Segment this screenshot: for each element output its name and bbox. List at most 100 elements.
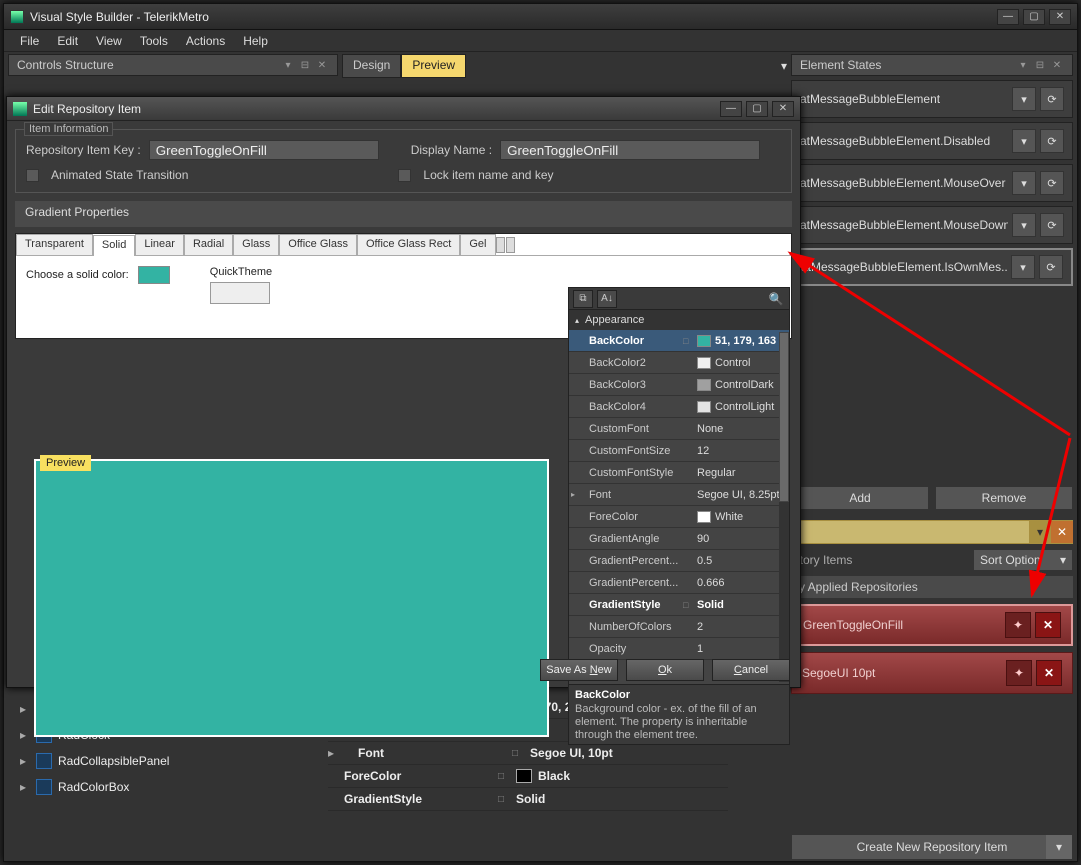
gradient-tab[interactable]: Radial [184, 234, 233, 255]
dialog-maximize-button[interactable]: ▢ [746, 101, 768, 117]
state-row[interactable]: atMessageBubbleElement.IsOwnMes...▾⟳ [791, 248, 1073, 286]
state-refresh-button[interactable]: ⟳ [1040, 171, 1064, 195]
menu-view[interactable]: View [88, 32, 130, 50]
pg-row[interactable]: ForeColorWhite [569, 506, 789, 528]
state-row[interactable]: atMessageBubbleElement.MouseOver▾⟳ [791, 164, 1073, 202]
pg-search[interactable]: 🔍 [621, 292, 785, 306]
gear-icon[interactable]: ✦ [1005, 612, 1031, 638]
pg-row[interactable]: BackColor4ControlLight [569, 396, 789, 418]
tree-item[interactable]: ▸RadColorBox [8, 774, 316, 800]
state-row[interactable]: atMessageBubbleElement▾⟳ [791, 80, 1073, 118]
pg-row[interactable]: NumberOfColors2 [569, 616, 789, 638]
menu-tools[interactable]: Tools [132, 32, 176, 50]
remove-button[interactable]: Remove [935, 486, 1073, 510]
chevron-down-icon[interactable]: ▾ [1016, 58, 1030, 72]
quicktheme-combo[interactable] [210, 282, 270, 304]
close-button[interactable]: ✕ [1049, 9, 1071, 25]
gradient-tab[interactable]: Gel [460, 234, 495, 255]
state-dropdown-button[interactable]: ▾ [1012, 129, 1036, 153]
expand-icon[interactable]: ▸ [20, 728, 30, 742]
gear-icon[interactable]: ✦ [1006, 660, 1032, 686]
pg-row[interactable]: GradientPercent...0.666 [569, 572, 789, 594]
pg-row[interactable]: GradientAngle90 [569, 528, 789, 550]
pg-row[interactable]: CustomFontStyleRegular [569, 462, 789, 484]
state-dropdown-button[interactable]: ▾ [1012, 171, 1036, 195]
repo-search-input[interactable] [791, 521, 1029, 543]
lock-checkbox[interactable] [398, 169, 411, 182]
tab-preview[interactable]: Preview [401, 54, 466, 78]
gradient-tab[interactable]: Transparent [16, 234, 93, 255]
state-dropdown-button[interactable]: ▾ [1012, 87, 1036, 111]
sort-option-select[interactable]: Sort Option▾ [973, 549, 1073, 571]
bg-prop-row[interactable]: ForeColor□Black [328, 765, 728, 788]
chevron-down-icon[interactable]: ▾ [781, 59, 787, 73]
menu-help[interactable]: Help [235, 32, 276, 50]
repo-card[interactable]: SegoeUI 10pt✦✕ [791, 652, 1073, 694]
repo-card[interactable]: GreenToggleOnFill✦✕ [791, 604, 1073, 646]
categorized-icon[interactable]: ⧉ [573, 290, 593, 308]
expand-icon[interactable]: ▸ [569, 490, 579, 499]
expand-icon[interactable]: ▸ [20, 754, 30, 768]
bg-prop-row[interactable]: ▸Font□Segoe UI, 10pt [328, 742, 728, 765]
pin-icon[interactable]: ⊟ [298, 58, 312, 72]
tab-design[interactable]: Design [342, 54, 401, 78]
pg-row[interactable]: ▸FontSegoe UI, 8.25pt [569, 484, 789, 506]
search-clear-button[interactable]: ✕ [1051, 521, 1073, 543]
menu-file[interactable]: File [12, 32, 47, 50]
pg-row[interactable]: CustomFontSize12 [569, 440, 789, 462]
pin-icon[interactable]: ⊟ [1033, 58, 1047, 72]
tree-item[interactable]: ▸RadCollapsiblePanel [8, 748, 316, 774]
pg-row[interactable]: BackColor□51, 179, 163 [569, 330, 789, 352]
state-dropdown-button[interactable]: ▾ [1012, 213, 1036, 237]
state-refresh-button[interactable]: ⟳ [1040, 213, 1064, 237]
state-row[interactable]: atMessageBubbleElement.MouseDown▾⟳ [791, 206, 1073, 244]
menu-edit[interactable]: Edit [49, 32, 86, 50]
panel-close-icon[interactable]: ✕ [1050, 58, 1064, 72]
state-refresh-button[interactable]: ⟳ [1040, 87, 1064, 111]
state-dropdown-button[interactable]: ▾ [1011, 255, 1035, 279]
remove-repo-button[interactable]: ✕ [1035, 612, 1061, 638]
pg-row[interactable]: BackColor2Control [569, 352, 789, 374]
expand-icon[interactable]: ▸ [20, 780, 30, 794]
display-name-input[interactable] [500, 140, 760, 160]
state-refresh-button[interactable]: ⟳ [1040, 129, 1064, 153]
state-row[interactable]: atMessageBubbleElement.Disabled▾⟳ [791, 122, 1073, 160]
dialog-minimize-button[interactable]: — [720, 101, 742, 117]
pg-row[interactable]: CustomFontNone [569, 418, 789, 440]
ok-button[interactable]: Ok [626, 659, 704, 681]
gradient-tab[interactable]: Linear [135, 234, 184, 255]
remove-repo-button[interactable]: ✕ [1036, 660, 1062, 686]
expand-icon[interactable]: ▸ [20, 702, 30, 716]
minimize-button[interactable]: — [997, 9, 1019, 25]
chevron-down-icon[interactable]: ▾ [1046, 835, 1072, 859]
state-refresh-button[interactable]: ⟳ [1039, 255, 1063, 279]
gradient-tab[interactable]: Office Glass Rect [357, 234, 460, 255]
scroll-right-icon[interactable]: › [506, 237, 515, 253]
pg-row[interactable]: GradientPercent...0.5 [569, 550, 789, 572]
animated-checkbox[interactable] [26, 169, 39, 182]
cancel-button[interactable]: Cancel [712, 659, 790, 681]
pg-row[interactable]: GradientStyle□Solid [569, 594, 789, 616]
bg-prop-row[interactable]: GradientStyle□Solid [328, 788, 728, 811]
gradient-tab[interactable]: Glass [233, 234, 279, 255]
chevron-down-icon[interactable]: ▾ [281, 58, 295, 72]
maximize-button[interactable]: ▢ [1023, 9, 1045, 25]
repo-key-input[interactable] [149, 140, 379, 160]
solid-color-swatch[interactable] [138, 266, 170, 284]
pg-row[interactable]: BackColor3ControlDark [569, 374, 789, 396]
expand-icon[interactable]: ▸ [328, 746, 342, 760]
pg-category-appearance[interactable]: ▴Appearance [569, 310, 789, 330]
chevron-down-icon[interactable]: ▾ [1029, 525, 1051, 539]
alphabetical-icon[interactable]: A↓ [597, 290, 617, 308]
panel-close-icon[interactable]: ✕ [315, 58, 329, 72]
add-button[interactable]: Add [791, 486, 929, 510]
gradient-tab[interactable]: Solid [93, 235, 135, 256]
pg-scrollbar-thumb[interactable] [779, 332, 789, 502]
dialog-close-button[interactable]: ✕ [772, 101, 794, 117]
scroll-left-icon[interactable]: ‹ [496, 237, 505, 253]
search-icon[interactable]: 🔍 [767, 292, 785, 306]
gradient-tab[interactable]: Office Glass [279, 234, 357, 255]
menu-actions[interactable]: Actions [178, 32, 233, 50]
create-repo-button[interactable]: Create New Repository Item ▾ [791, 834, 1073, 860]
pg-row[interactable]: Opacity1 [569, 638, 789, 660]
